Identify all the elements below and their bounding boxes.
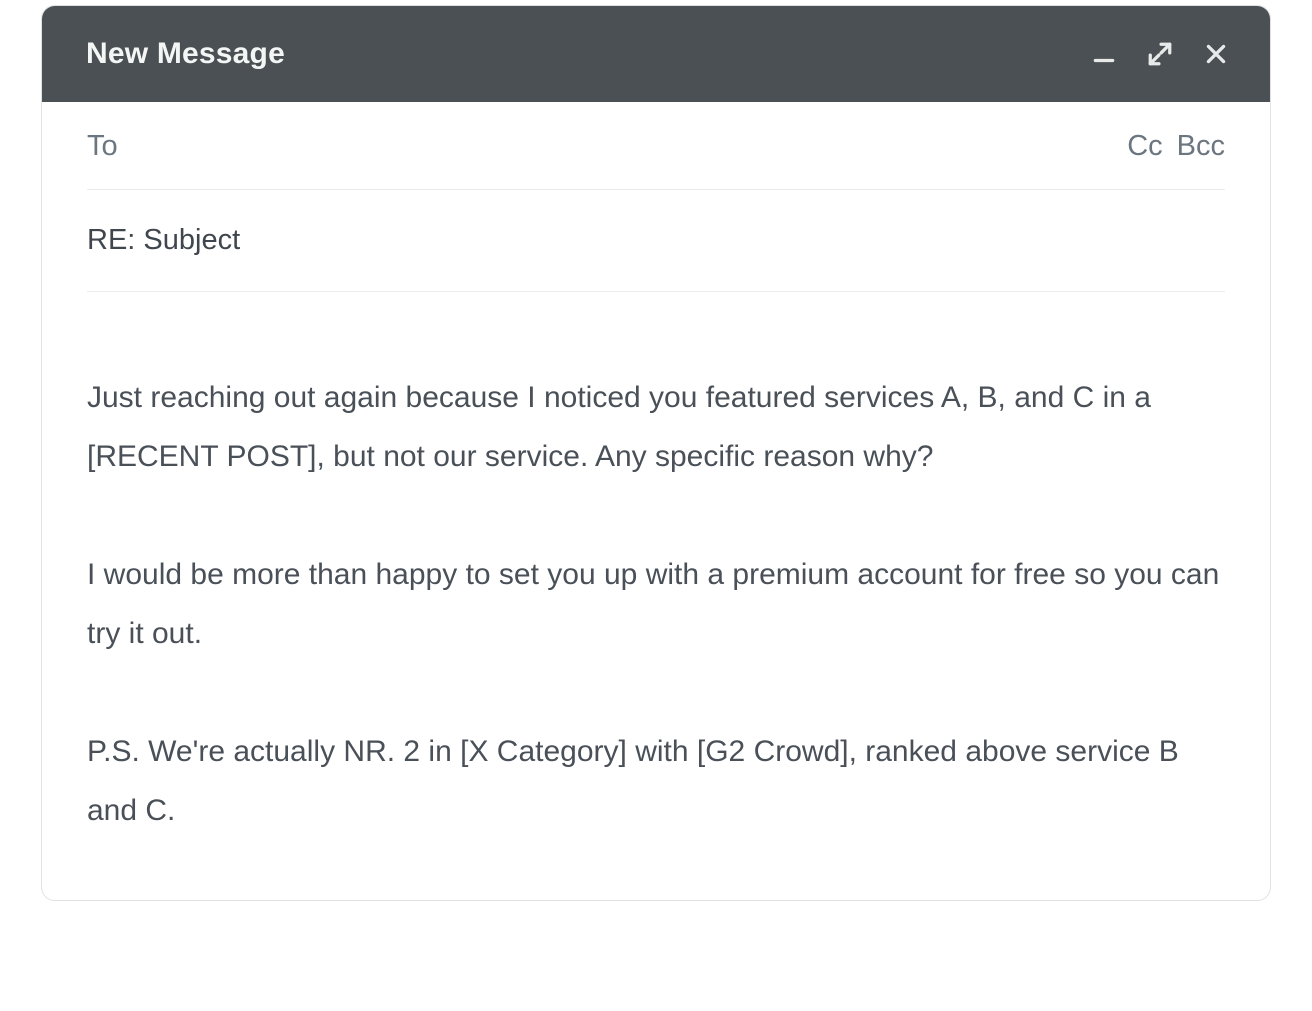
cc-button[interactable]: Cc: [1127, 130, 1162, 163]
email-body[interactable]: Just reaching out again because I notice…: [87, 292, 1225, 840]
cc-bcc-group: Cc Bcc: [1127, 130, 1225, 163]
titlebar: New Message: [42, 6, 1270, 102]
to-label: To: [87, 130, 118, 163]
subject-row[interactable]: RE: Subject: [87, 190, 1225, 292]
body-paragraph-2: I would be more than happy to set you up…: [87, 545, 1225, 664]
expand-icon[interactable]: [1146, 40, 1174, 68]
compose-content: To Cc Bcc RE: Subject Just reaching out …: [42, 102, 1270, 900]
window-title: New Message: [86, 37, 285, 71]
subject-field[interactable]: RE: Subject: [87, 224, 240, 256]
bcc-button[interactable]: Bcc: [1177, 130, 1225, 163]
body-paragraph-1: Just reaching out again because I notice…: [87, 368, 1225, 487]
minimize-icon[interactable]: [1090, 40, 1118, 68]
window-controls: [1090, 40, 1230, 68]
close-icon[interactable]: [1202, 40, 1230, 68]
body-paragraph-3: P.S. We're actually NR. 2 in [X Category…: [87, 722, 1225, 841]
compose-window: New Message To Cc Bcc: [41, 5, 1271, 901]
to-row[interactable]: To Cc Bcc: [87, 102, 1225, 190]
